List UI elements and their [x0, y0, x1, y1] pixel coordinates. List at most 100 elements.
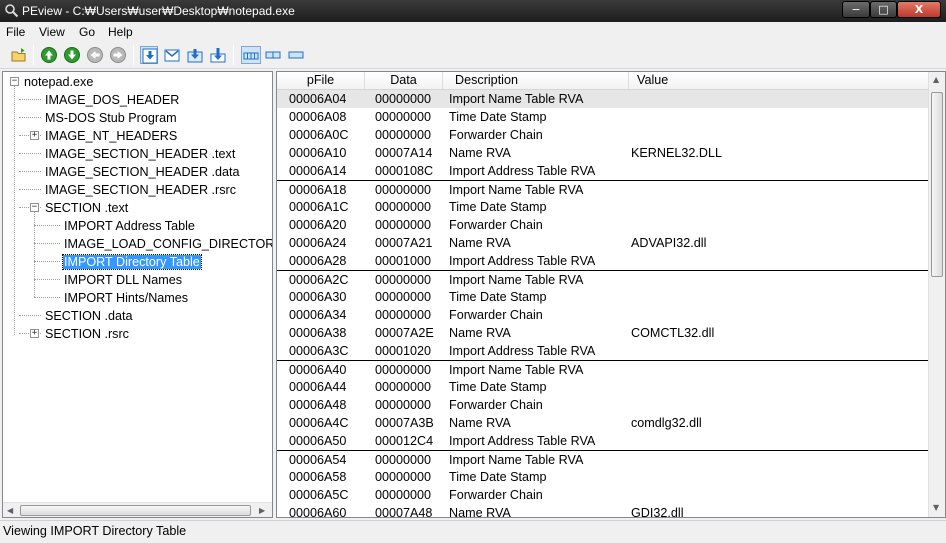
cell-pfile: 00006A60: [289, 506, 347, 518]
table-row[interactable]: 00006A10 00007A14 Name RVA KERNEL32.DLL: [277, 144, 929, 162]
maximize-button[interactable]: □: [870, 1, 897, 18]
up-icon: [41, 47, 57, 63]
table-row[interactable]: 00006A4C 00007A3B Name RVA comdlg32.dll: [277, 414, 929, 432]
table-row[interactable]: 00006A54 00000000 Import Name Table RVA: [277, 450, 929, 468]
view-address-button[interactable]: [140, 46, 158, 64]
menu-file[interactable]: File: [6, 25, 25, 39]
cell-pfile: 00006A38: [289, 326, 347, 340]
scroll-left-icon[interactable]: ◀: [7, 506, 13, 515]
table-row[interactable]: 00006A14 0000108C Import Address Table RVA: [277, 162, 929, 180]
cell-description: Name RVA: [449, 146, 511, 160]
tree-horizontal-scrollbar[interactable]: ◀ ▶: [3, 502, 272, 517]
cell-pfile: 00006A10: [289, 146, 347, 160]
column-header-data[interactable]: Data: [365, 72, 443, 89]
cell-value: KERNEL32.DLL: [631, 146, 723, 160]
view-rva-button[interactable]: [163, 46, 181, 64]
view-save-button[interactable]: [209, 46, 227, 64]
table-row[interactable]: 00006A48 00000000 Forwarder Chain: [277, 396, 929, 414]
table-row[interactable]: 00006A04 00000000 Import Name Table RVA: [277, 90, 929, 108]
cell-pfile: 00006A58: [289, 470, 347, 484]
expand-icon[interactable]: +: [30, 131, 39, 140]
minimize-button[interactable]: −: [842, 1, 870, 18]
cell-data: 00000000: [375, 92, 432, 106]
cell-pfile: 00006A2C: [289, 273, 349, 287]
tree-item[interactable]: IMAGE_LOAD_CONFIG_DIRECTORY: [63, 235, 272, 253]
table-row[interactable]: 00006A5C 00000000 Forwarder Chain: [277, 486, 929, 504]
cell-pfile: 00006A50: [289, 434, 347, 448]
table-row[interactable]: 00006A0C 00000000 Forwarder Chain: [277, 126, 929, 144]
table-row[interactable]: 00006A40 00000000 Import Name Table RVA: [277, 360, 929, 378]
tree-item[interactable]: SECTION .rsrc: [44, 325, 130, 343]
table-row[interactable]: 00006A1C 00000000 Time Date Stamp: [277, 198, 929, 216]
tree-scroll-thumb[interactable]: [20, 505, 251, 516]
table-row[interactable]: 00006A20 00000000 Forwarder Chain: [277, 216, 929, 234]
cell-pfile: 00006A4C: [289, 416, 349, 430]
column-header-value[interactable]: Value: [629, 72, 929, 89]
up-button[interactable]: [40, 46, 58, 64]
table-row[interactable]: 00006A3C 00001020 Import Address Table RVA: [277, 342, 929, 360]
table-row[interactable]: 00006A58 00000000 Time Date Stamp: [277, 468, 929, 486]
cell-description: Forwarder Chain: [449, 488, 543, 502]
table-row[interactable]: 00006A38 00007A2E Name RVA COMCTL32.dll: [277, 324, 929, 342]
tree-item-selected[interactable]: IMPORT Directory Table: [62, 253, 202, 271]
list-scroll-thumb[interactable]: [931, 92, 943, 277]
view-bytes-button[interactable]: [241, 46, 261, 64]
tree-item[interactable]: IMAGE_DOS_HEADER: [44, 91, 180, 109]
table-row[interactable]: 00006A30 00000000 Time Date Stamp: [277, 288, 929, 306]
table-row[interactable]: 00006A50 000012C4 Import Address Table RVA: [277, 432, 929, 450]
down-button[interactable]: [63, 46, 81, 64]
column-header-description[interactable]: Description: [443, 72, 629, 89]
cell-data: 0000108C: [375, 164, 434, 178]
view-words-button[interactable]: [264, 46, 282, 64]
tree-root[interactable]: notepad.exe: [23, 73, 94, 91]
cell-data: 00000000: [375, 380, 432, 394]
tree-item[interactable]: IMPORT DLL Names: [63, 271, 183, 289]
detail-list-view[interactable]: pFile Data Description Value 00006A04 000…: [276, 71, 946, 518]
menu-view[interactable]: View: [39, 25, 65, 39]
collapse-icon[interactable]: −: [30, 203, 39, 212]
table-row[interactable]: 00006A44 00000000 Time Date Stamp: [277, 378, 929, 396]
column-header-pfile[interactable]: pFile: [277, 72, 365, 89]
list-vertical-scrollbar[interactable]: ▲ ▼: [928, 72, 945, 517]
cell-description: Time Date Stamp: [449, 470, 547, 484]
collapse-icon[interactable]: −: [10, 77, 19, 86]
cell-pfile: 00006A5C: [289, 488, 349, 502]
table-row[interactable]: 00006A2C 00000000 Import Name Table RVA: [277, 270, 929, 288]
tree-item[interactable]: IMPORT Hints/Names: [63, 289, 189, 307]
tree-item[interactable]: IMAGE_SECTION_HEADER .data: [44, 163, 241, 181]
menu-go[interactable]: Go: [79, 25, 95, 39]
table-row[interactable]: 00006A18 00000000 Import Name Table RVA: [277, 180, 929, 198]
view-file-offset-button[interactable]: [186, 46, 204, 64]
tree-item[interactable]: MS-DOS Stub Program: [44, 109, 178, 127]
scroll-right-icon[interactable]: ▶: [259, 506, 265, 515]
back-button[interactable]: [86, 46, 104, 64]
cell-data: 00007A48: [375, 506, 433, 518]
cell-pfile: 00006A44: [289, 380, 347, 394]
table-row[interactable]: 00006A34 00000000 Forwarder Chain: [277, 306, 929, 324]
table-row[interactable]: 00006A08 00000000 Time Date Stamp: [277, 108, 929, 126]
tree-item[interactable]: IMAGE_SECTION_HEADER .text: [44, 145, 236, 163]
tree-view[interactable]: − + − + notepad.exe IMAGE_DOS_HEADER MS-…: [2, 71, 273, 518]
tree-item[interactable]: SECTION .data: [44, 307, 134, 325]
open-button[interactable]: [10, 46, 28, 64]
expand-icon[interactable]: +: [30, 329, 39, 338]
toolbar-separator: [133, 45, 134, 65]
tree-item[interactable]: IMPORT Address Table: [63, 217, 196, 235]
forward-button[interactable]: [109, 46, 127, 64]
table-row[interactable]: 00006A60 00007A48 Name RVA GDI32.dll: [277, 504, 929, 518]
close-button[interactable]: X: [897, 1, 941, 18]
scroll-up-icon[interactable]: ▲: [933, 75, 939, 84]
scroll-down-icon[interactable]: ▼: [933, 503, 939, 512]
tree-item[interactable]: IMAGE_NT_HEADERS: [44, 127, 178, 145]
menu-help[interactable]: Help: [108, 25, 133, 39]
table-row[interactable]: 00006A24 00007A21 Name RVA ADVAPI32.dll: [277, 234, 929, 252]
title-bar[interactable]: PEview - C:₩Users₩user₩Desktop₩notepad.e…: [0, 0, 946, 22]
cell-data: 00000000: [375, 470, 432, 484]
tree-item[interactable]: IMAGE_SECTION_HEADER .rsrc: [44, 181, 237, 199]
tree-connector: [19, 99, 41, 100]
menu-bar: File View Go Help: [0, 22, 946, 41]
view-dwords-button[interactable]: [287, 46, 305, 64]
cell-description: Import Name Table RVA: [449, 92, 584, 106]
tree-item[interactable]: SECTION .text: [44, 199, 129, 217]
table-row[interactable]: 00006A28 00001000 Import Address Table RVA: [277, 252, 929, 270]
